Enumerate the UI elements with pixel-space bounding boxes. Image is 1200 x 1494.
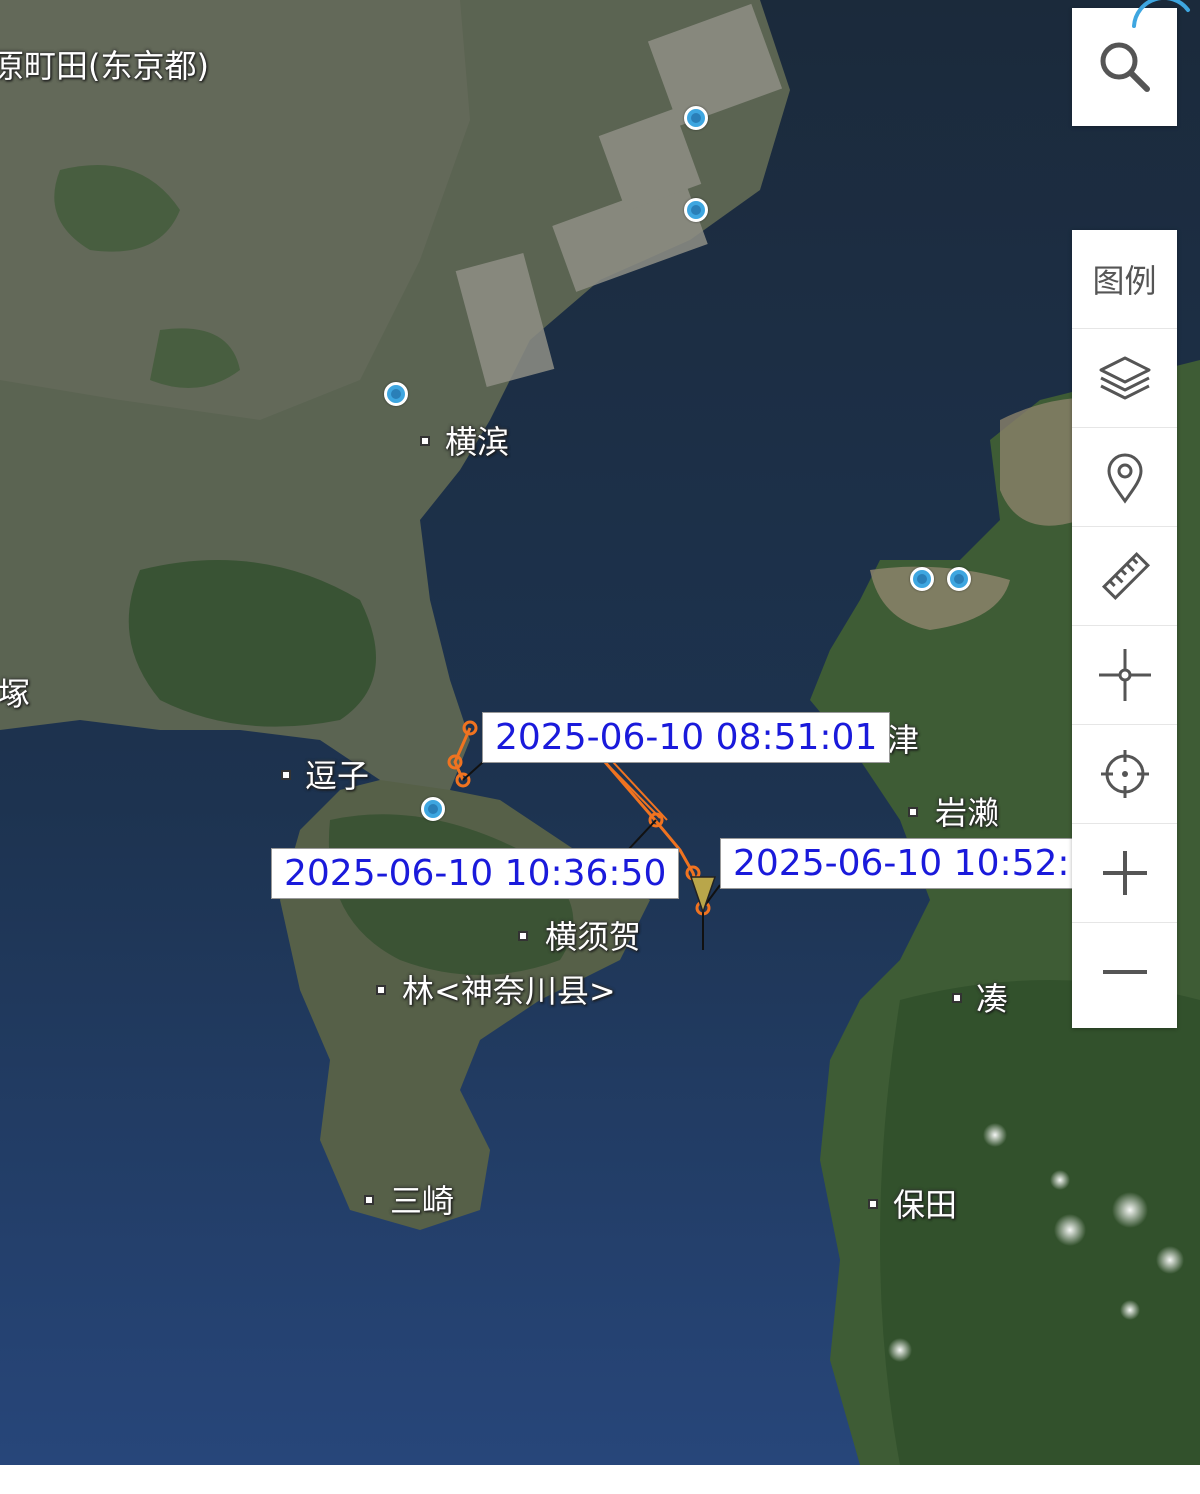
zoom-out-button[interactable] xyxy=(1072,923,1177,1021)
crosshair-icon xyxy=(1098,649,1151,701)
ruler-icon xyxy=(1101,551,1150,601)
zoom-in-icon xyxy=(1102,851,1147,895)
place-marker xyxy=(868,1199,878,1209)
place-marker xyxy=(281,770,291,780)
legend-label: 图例 xyxy=(1092,262,1157,300)
track-time-label[interactable]: 2025-06-10 10:36:50 xyxy=(271,848,680,900)
zoom-in-button[interactable] xyxy=(1072,824,1177,923)
station-dot[interactable] xyxy=(421,797,445,821)
locate-button[interactable] xyxy=(1072,725,1177,824)
track-time-label[interactable]: 2025-06-10 08:51:01 xyxy=(482,712,891,764)
location-pin-button[interactable] xyxy=(1072,428,1177,527)
place-marker xyxy=(364,1195,374,1205)
place-label: 凑 xyxy=(976,980,1009,1018)
zoom-out-icon xyxy=(1102,970,1147,974)
place-label: 保田 xyxy=(893,1186,958,1224)
map-toolbar: 图例 xyxy=(1072,230,1177,1028)
place-label: 三崎 xyxy=(390,1182,455,1220)
ruler-button[interactable] xyxy=(1072,527,1177,626)
layers-button[interactable] xyxy=(1072,329,1177,428)
track-time-label[interactable]: 2025-06-10 10:52:1 xyxy=(720,838,1100,890)
place-label: 岩濑 xyxy=(935,794,1000,832)
place-label: 林<神奈川县> xyxy=(402,972,616,1010)
bottom-bar xyxy=(0,1465,1200,1494)
station-dot[interactable] xyxy=(684,106,708,130)
station-dot[interactable] xyxy=(947,567,971,591)
layers-icon xyxy=(1099,356,1150,400)
place-marker xyxy=(908,807,918,817)
place-label: 原町田(东京都) xyxy=(0,47,209,85)
place-label: 横滨 xyxy=(445,423,510,461)
place-marker xyxy=(952,993,962,1003)
place-label: 塚 xyxy=(0,675,31,713)
place-label: 横须贺 xyxy=(545,918,642,956)
location-pin-icon xyxy=(1106,453,1143,504)
loading-spinner-icon xyxy=(1132,0,1190,28)
search-icon xyxy=(1100,42,1150,92)
locate-icon xyxy=(1100,750,1149,798)
place-label: 逗子 xyxy=(305,757,370,795)
legend-button[interactable]: 图例 xyxy=(1072,230,1177,329)
station-dot[interactable] xyxy=(384,382,408,406)
crosshair-button[interactable] xyxy=(1072,626,1177,725)
station-dot[interactable] xyxy=(910,567,934,591)
place-marker xyxy=(518,931,528,941)
place-marker xyxy=(420,436,430,446)
place-marker xyxy=(376,985,386,995)
map-view[interactable]: 原町田(东京都) 横滨 逗子 富津 岩濑 横须贺 林<神奈川县> 凑 三崎 保田… xyxy=(0,0,1200,1465)
station-dot[interactable] xyxy=(684,198,708,222)
